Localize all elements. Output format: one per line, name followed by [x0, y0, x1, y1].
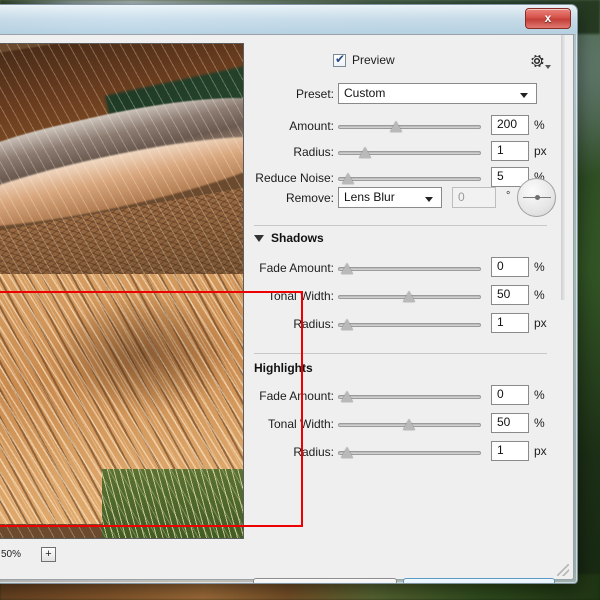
- highlights-title: Highlights: [254, 361, 313, 375]
- zoom-in-button[interactable]: +: [41, 547, 56, 562]
- shadows-slider-value-input[interactable]: 1: [491, 313, 529, 333]
- remove-row: Remove: Lens Blur 0 °: [249, 187, 565, 211]
- main-slider-slider-track[interactable]: [338, 177, 481, 181]
- main-slider-value-input[interactable]: 200: [491, 115, 529, 135]
- divider: [254, 225, 547, 226]
- preview-checkbox-label: Preview: [352, 53, 395, 67]
- shadows-slider-label: Tonal Width:: [249, 285, 334, 307]
- shadows-slider-value-input[interactable]: 50: [491, 285, 529, 305]
- highlights-slider-slider-thumb[interactable]: [403, 419, 416, 430]
- highlights-slider-unit-label: px: [534, 441, 547, 461]
- gear-icon[interactable]: [528, 52, 546, 70]
- dialog-client-area: 50% + Preview Preset:: [0, 34, 574, 580]
- close-icon[interactable]: x: [525, 8, 571, 29]
- main-slider-slider-track[interactable]: [338, 125, 481, 129]
- main-slider-label: Amount:: [249, 115, 334, 137]
- shadows-title: Shadows: [271, 231, 324, 245]
- remove-value: Lens Blur: [344, 190, 395, 204]
- degree-symbol: °: [506, 187, 510, 208]
- main-slider-value-input[interactable]: 1: [491, 141, 529, 161]
- main-slider-row-1: Radius: 1px: [249, 141, 565, 163]
- preview-image: [0, 44, 243, 538]
- preset-row: Preset: Custom: [249, 83, 565, 105]
- shadows-slider-label: Radius:: [249, 313, 334, 335]
- shadows-slider-unit-label: %: [534, 285, 545, 305]
- chevron-down-icon: [520, 93, 528, 98]
- highlights-slider-value-input[interactable]: 50: [491, 413, 529, 433]
- ok-button[interactable]: OK: [403, 578, 555, 584]
- divider: [254, 353, 547, 354]
- shadows-slider-value-input[interactable]: 0: [491, 257, 529, 277]
- main-slider-row-2: Reduce Noise:5%: [249, 167, 565, 189]
- shadows-slider-slider-thumb[interactable]: [341, 319, 354, 330]
- main-slider-slider-thumb[interactable]: [359, 147, 372, 158]
- controls-pane: Preview Preset: Custom Amount: 200% Radius…: [249, 35, 565, 579]
- remove-select[interactable]: Lens Blur: [338, 187, 442, 208]
- preview-toggle-row: Preview: [249, 53, 565, 73]
- angle-dial[interactable]: [517, 178, 556, 217]
- shadows-slider-unit-label: %: [534, 257, 545, 277]
- preview-checkbox-group[interactable]: Preview: [333, 53, 395, 67]
- zoom-level-label: 50%: [1, 549, 21, 560]
- preview-layer-hairs: [0, 44, 243, 538]
- highlights-slider-row-0: Fade Amount: 0%: [249, 385, 565, 407]
- shadows-disclosure-triangle[interactable]: [254, 235, 264, 242]
- shadows-slider-slider-thumb[interactable]: [341, 263, 354, 274]
- smart-sharpen-dialog: x 50% +: [0, 4, 578, 584]
- highlights-slider-label: Tonal Width:: [249, 413, 334, 435]
- chevron-down-icon: [425, 197, 433, 202]
- highlights-slider-unit-label: %: [534, 413, 545, 433]
- main-slider-row-0: Amount: 200%: [249, 115, 565, 137]
- main-slider-unit-label: px: [534, 141, 547, 161]
- highlights-slider-slider-track[interactable]: [338, 451, 481, 455]
- highlights-slider-unit-label: %: [534, 385, 545, 405]
- preview-zoom-controls: 50% +: [1, 547, 56, 562]
- highlights-slider-slider-thumb[interactable]: [341, 447, 354, 458]
- shadows-slider-row-2: Radius: 1px: [249, 313, 565, 335]
- angle-input[interactable]: 0: [452, 187, 496, 208]
- highlights-slider-slider-thumb[interactable]: [341, 391, 354, 402]
- image-preview[interactable]: [0, 43, 244, 539]
- highlights-slider-value-input[interactable]: 1: [491, 441, 529, 461]
- main-slider-slider-thumb[interactable]: [342, 173, 355, 184]
- shadows-slider-row-1: Tonal Width: 50%: [249, 285, 565, 307]
- preset-select[interactable]: Custom: [338, 83, 537, 104]
- remove-label: Remove:: [249, 187, 334, 209]
- cancel-button[interactable]: Cancel: [253, 578, 397, 584]
- main-slider-unit-label: %: [534, 115, 545, 135]
- shadows-slider-label: Fade Amount:: [249, 257, 334, 279]
- highlights-slider-label: Fade Amount:: [249, 385, 334, 407]
- preset-label: Preset:: [249, 83, 334, 105]
- main-slider-label: Reduce Noise:: [249, 167, 334, 189]
- highlights-slider-label: Radius:: [249, 441, 334, 463]
- main-slider-label: Radius:: [249, 141, 334, 163]
- highlights-slider-row-2: Radius: 1px: [249, 441, 565, 463]
- highlights-slider-slider-track[interactable]: [338, 395, 481, 399]
- shadows-slider-slider-track[interactable]: [338, 267, 481, 271]
- shadows-slider-unit-label: px: [534, 313, 547, 333]
- shadows-slider-slider-thumb[interactable]: [403, 291, 416, 302]
- resize-grip[interactable]: [557, 564, 569, 576]
- preset-value: Custom: [344, 86, 385, 100]
- shadows-slider-slider-track[interactable]: [338, 323, 481, 327]
- shadows-slider-row-0: Fade Amount: 0%: [249, 257, 565, 279]
- highlights-slider-row-1: Tonal Width: 50%: [249, 413, 565, 435]
- main-slider-slider-thumb[interactable]: [390, 121, 403, 132]
- chevron-down-icon[interactable]: [545, 65, 551, 69]
- dialog-titlebar[interactable]: x: [0, 5, 577, 34]
- preview-checkbox[interactable]: [333, 54, 346, 67]
- highlights-slider-value-input[interactable]: 0: [491, 385, 529, 405]
